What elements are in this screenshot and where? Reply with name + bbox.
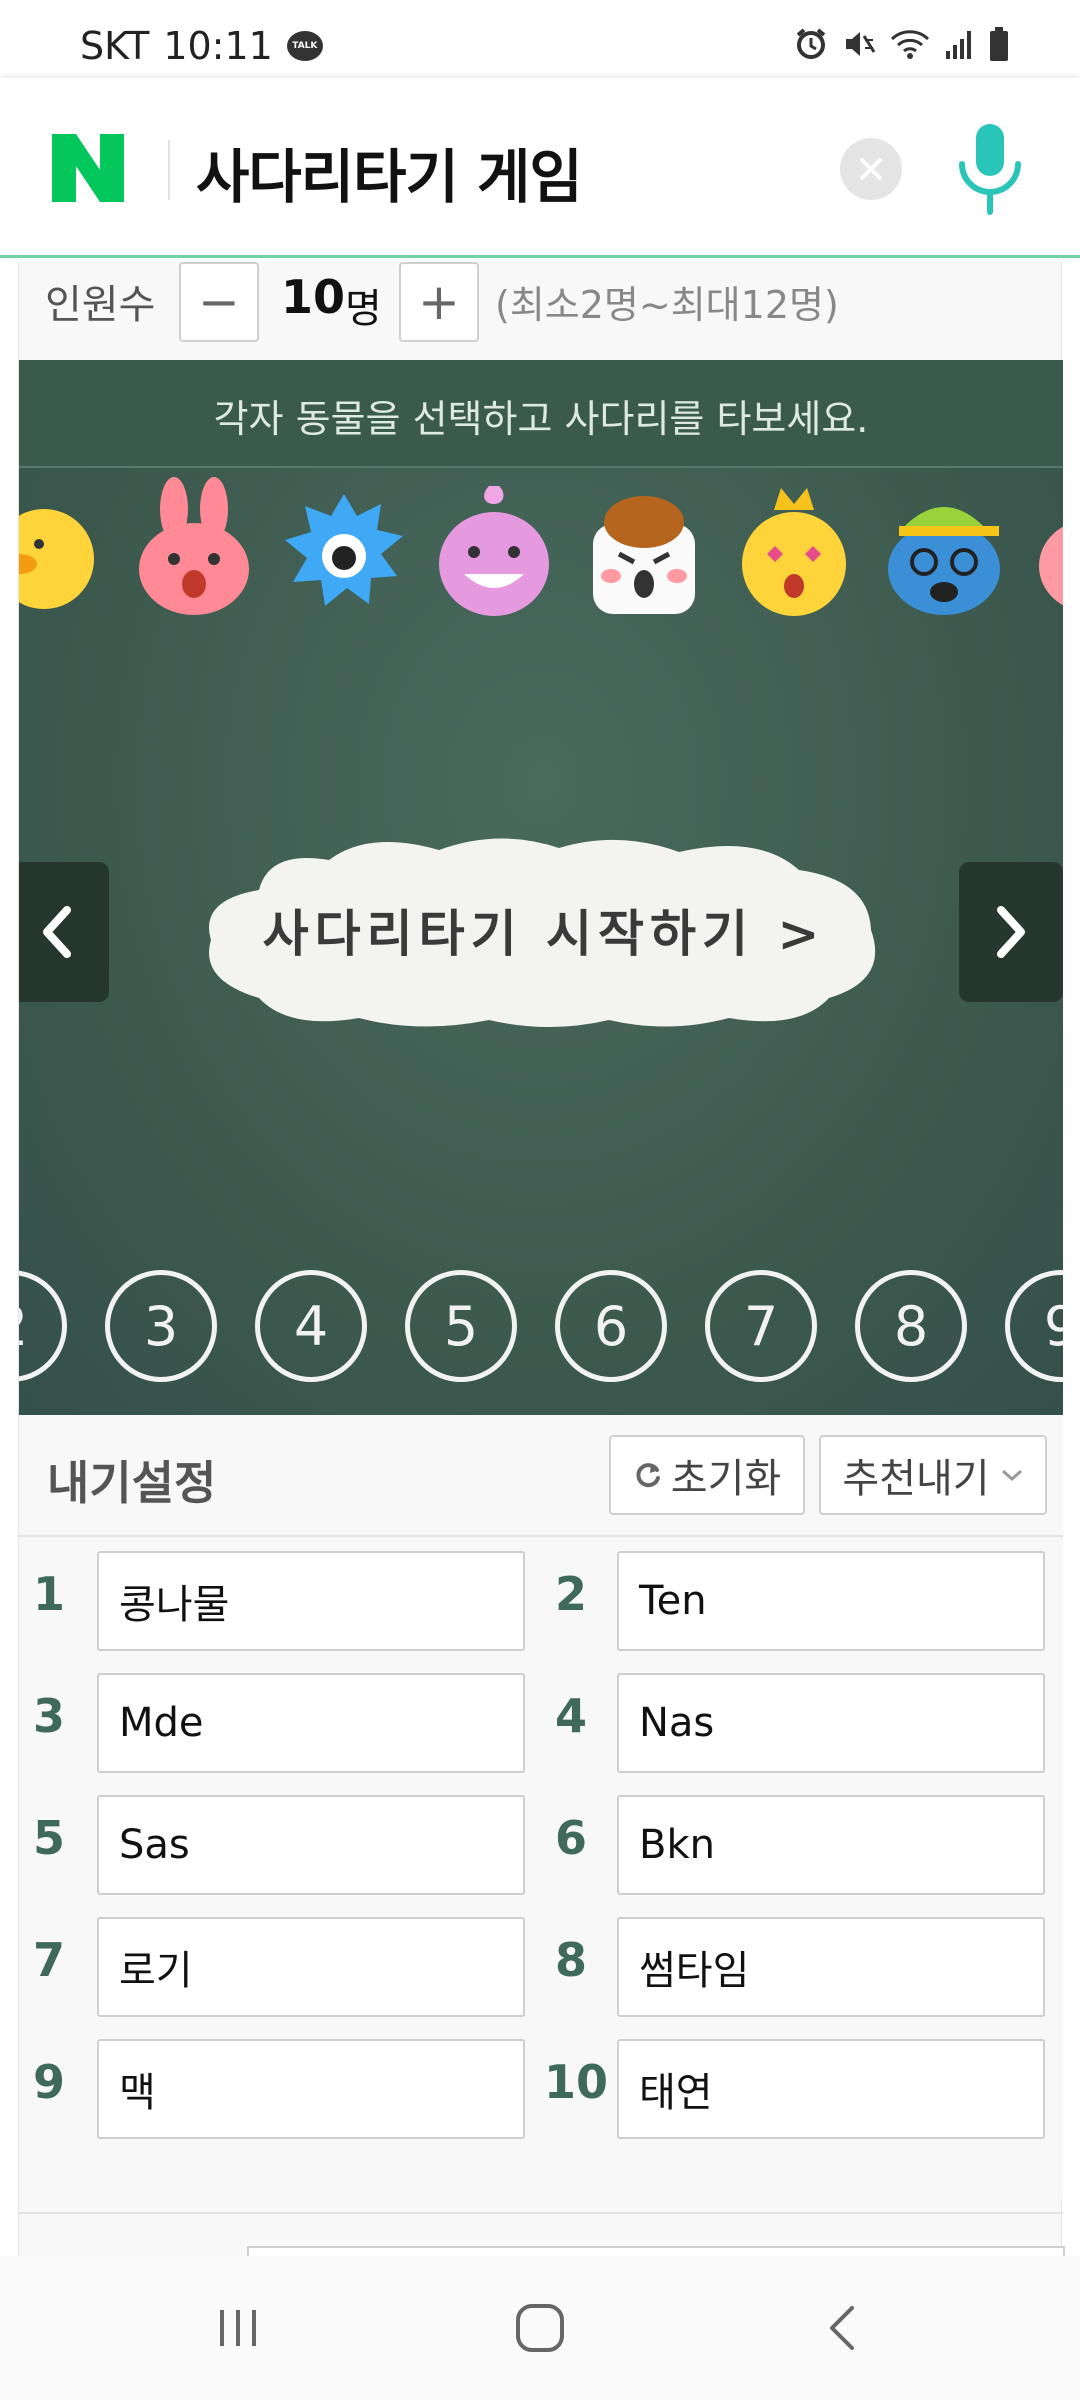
increase-people-button[interactable]: + [399,262,479,342]
status-bar: SKT 10:11 TALK [0,0,1080,78]
bet-number: 3 [32,1689,65,1743]
naver-logo[interactable] [52,134,124,202]
instruction-text: 각자 동물을 선택하고 사다리를 타보세요. [213,397,869,441]
bet-number: 6 [554,1811,587,1865]
people-count-value: 10 [281,270,346,324]
bet-number: 7 [32,1933,65,1987]
bet-number: 1 [32,1567,65,1621]
status-left: SKT 10:11 TALK [80,24,323,68]
header-divider [168,140,170,200]
blue-cap-animal-icon[interactable] [879,474,1009,624]
position-number[interactable]: 7 [705,1270,817,1382]
pink-partial-animal-icon[interactable] [1024,474,1063,624]
search-header: 사다리타기 게임 [0,78,1080,258]
signal-icon [946,31,971,59]
position-number[interactable]: 8 [855,1270,967,1382]
bet-input-3[interactable]: Mde [97,1673,525,1773]
wifi-icon [890,30,930,59]
bet-input-9[interactable]: 맥 [97,2039,525,2139]
bet-settings-header: 내기설정 초기화 추천내기 [19,1415,1063,1537]
system-nav-bar [0,2256,1080,2400]
prev-animals-button[interactable] [19,862,109,1002]
people-unit: 명 [345,286,382,332]
position-number[interactable]: 3 [105,1270,217,1382]
microphone-icon[interactable] [950,120,1030,220]
kakaotalk-notification-icon: TALK [286,31,323,61]
reset-label: 초기화 [670,1456,782,1502]
status-right [794,26,1010,62]
refresh-icon [636,1463,660,1488]
position-numbers-row: 2 3 4 5 6 7 8 9 [19,1270,1063,1390]
position-number[interactable]: 6 [555,1270,667,1382]
reset-button[interactable]: 초기화 [609,1435,805,1515]
marshmallow-animal-icon[interactable] [579,474,709,624]
bet-number: 5 [32,1811,65,1865]
chick-animal-icon[interactable] [19,474,109,624]
position-number[interactable]: 9 [1005,1270,1063,1382]
clock: 10:11 [163,24,273,68]
bet-input-10[interactable]: 태연 [617,2039,1045,2139]
back-button[interactable] [802,2296,882,2360]
mute-vibrate-icon [846,32,876,56]
bet-input-6[interactable]: Bkn [617,1795,1045,1895]
search-query[interactable]: 사다리타기 게임 [196,130,583,214]
bet-number: 4 [554,1689,587,1743]
bet-input-1[interactable]: 콩나물 [97,1551,525,1651]
bet-number: 8 [554,1933,587,1987]
position-number[interactable]: 2 [19,1270,67,1382]
bet-input-2[interactable]: Ten [617,1551,1045,1651]
section-divider [19,2212,1063,2214]
position-number[interactable]: 4 [255,1270,367,1382]
home-icon [516,2304,564,2352]
recent-apps-button[interactable] [198,2296,278,2360]
pink-whale-animal-icon[interactable] [429,474,559,624]
chevron-left-icon [43,906,71,958]
battery-icon [990,27,1008,61]
decrease-people-button[interactable]: − [179,262,259,342]
bet-input-5[interactable]: Sas [97,1795,525,1895]
next-animals-button[interactable] [959,862,1063,1002]
crown-animal-icon[interactable] [729,474,859,624]
bet-settings-title: 내기설정 [47,1456,217,1510]
bet-input-7[interactable]: 로기 [97,1917,525,2017]
animal-selector-row [19,474,1063,624]
ladder-game-widget: 인원수 − 10 명 + (최소2명~최대12명) 각자 동물을 선택하고 사다… [18,262,1065,2266]
alarm-icon [796,28,826,59]
recommend-label: 추천내기 [842,1456,990,1502]
chevron-right-icon [997,906,1025,958]
bet-input-4[interactable]: Nas [617,1673,1045,1773]
blue-spiky-animal-icon[interactable] [279,474,409,624]
carrier: SKT [80,24,150,68]
close-icon [860,158,882,180]
game-board: 각자 동물을 선택하고 사다리를 타보세요. 사다리타기 시작하기 > 3 4 … [19,360,1063,1415]
home-button[interactable] [500,2296,580,2360]
chevron-down-icon [1001,1469,1022,1482]
people-label: 인원수 [45,282,156,328]
bet-input-8[interactable]: 썸타임 [617,1917,1045,2017]
back-icon [830,2306,854,2350]
bet-number: 2 [554,1567,587,1621]
talk-badge-text: TALK [292,41,318,51]
people-count-row: 인원수 − 10 명 + (최소2명~최대12명) [19,262,1063,358]
bet-number: 10 [543,2055,608,2109]
recommend-bet-dropdown[interactable]: 추천내기 [819,1435,1047,1515]
rabbit-animal-icon[interactable] [129,474,259,624]
recent-apps-icon [220,2310,256,2346]
position-number[interactable]: 5 [405,1270,517,1382]
people-range-hint: (최소2명~최대12명) [495,283,839,327]
instruction-strip: 각자 동물을 선택하고 사다리를 타보세요. [19,360,1063,468]
bet-number: 9 [32,2055,65,2109]
start-ladder-button[interactable]: 사다리타기 시작하기 > [199,830,889,1030]
clear-search-button[interactable] [840,138,902,200]
bet-list: 1 콩나물 2 Ten 3 Mde 4 Nas 5 Sas 6 Bkn 7 로기… [19,1539,1063,2199]
